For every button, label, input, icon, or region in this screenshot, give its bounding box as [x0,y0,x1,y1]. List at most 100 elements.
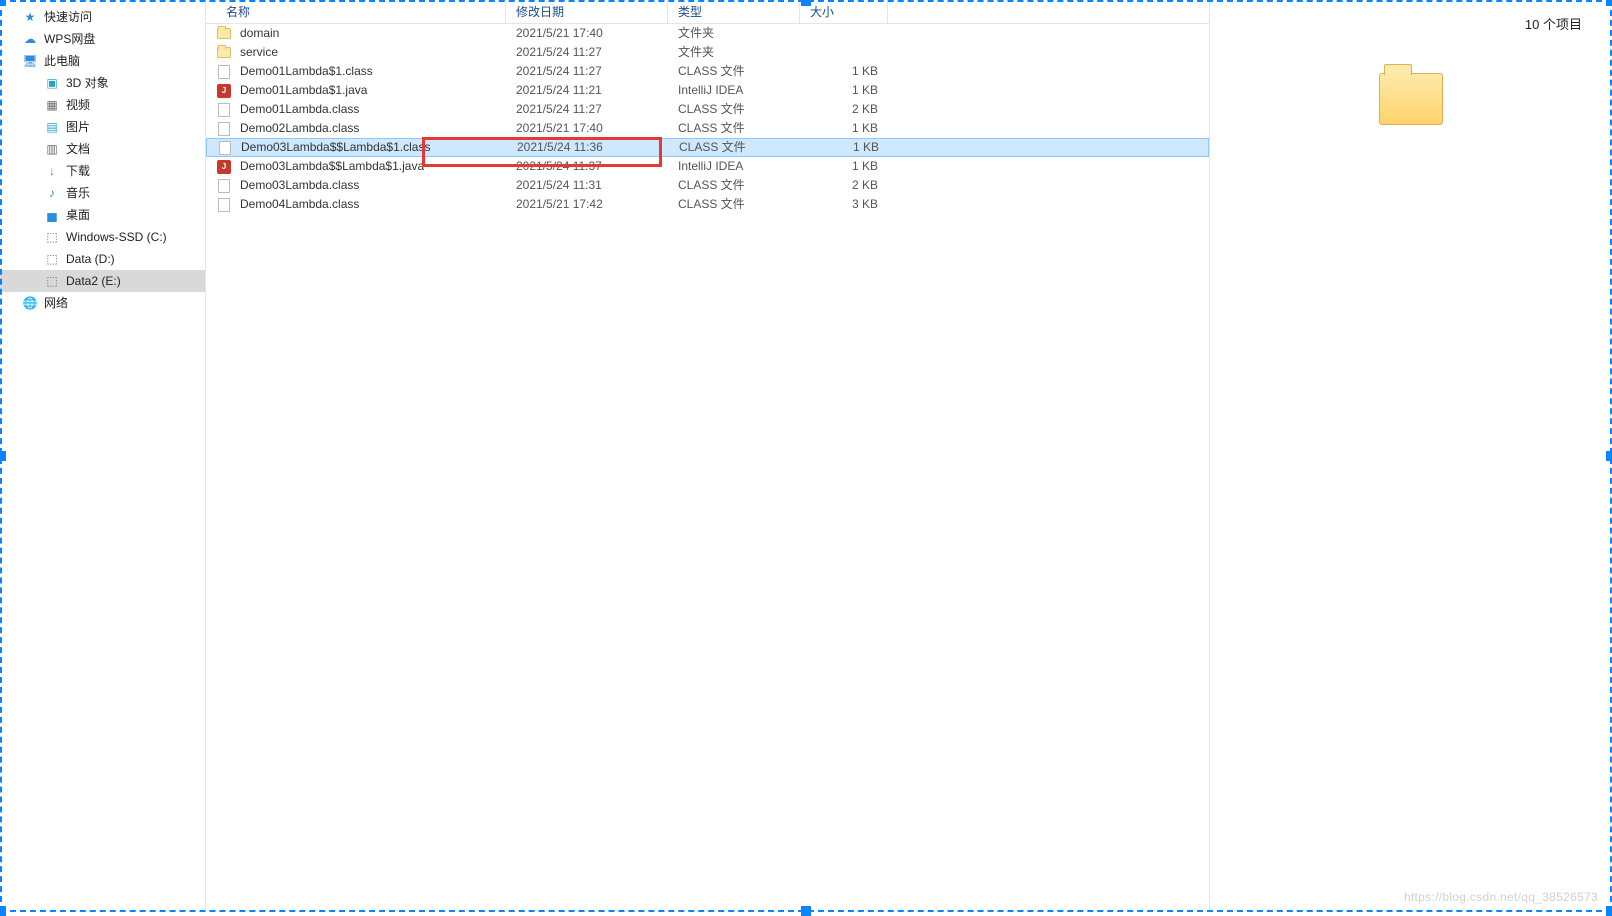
file-icon [217,140,233,156]
cell-date: 2021/5/24 11:31 [506,176,668,195]
file-icon [216,121,232,137]
column-header-size[interactable]: 大小 [800,0,888,23]
main-area: 名称 修改日期 类型 大小 domain2021/5/21 17:40文件夹se… [206,0,1612,912]
file-row[interactable]: Demo04Lambda.class2021/5/21 17:42CLASS 文… [206,195,1209,214]
cell-date: 2021/5/21 17:40 [506,119,668,138]
nav-item-10[interactable]: ⬚ Windows-SSD (C:) [0,226,205,248]
crop-handle[interactable] [801,0,811,6]
cell-name: J Demo03Lambda$$Lambda$1.java [206,157,506,176]
nav-item-label: 音乐 [66,182,90,204]
cell-size: 1 KB [800,81,888,100]
file-row[interactable]: Demo01Lambda.class2021/5/24 11:27CLASS 文… [206,100,1209,119]
file-row[interactable]: JDemo01Lambda$1.java2021/5/24 11:21Intel… [206,81,1209,100]
nav-tree: ★快速访问☁WPS网盘🖥此电脑▣3D 对象▦视频▤图片▥文档↓下载♪音乐▅桌面⬚… [0,0,206,912]
file-name: Demo03Lambda$$Lambda$1.java [240,157,424,176]
java-icon: J [216,159,232,175]
cell-date: 2021/5/24 11:27 [506,43,668,62]
file-name: service [240,43,278,62]
file-name: Demo02Lambda.class [240,119,359,138]
nav-item-8[interactable]: ♪ 音乐 [0,182,205,204]
crop-handle[interactable] [1606,451,1612,461]
file-row[interactable]: Demo03Lambda.class2021/5/24 11:31CLASS 文… [206,176,1209,195]
nav-item-7[interactable]: ↓下载 [0,160,205,182]
crop-handle[interactable] [0,0,6,6]
drive-icon: ⬚ [44,251,60,267]
file-row[interactable]: Demo01Lambda$1.class 2021/5/24 11:27CLASS… [206,62,1209,81]
nav-item-5[interactable]: ▤ 图片 [0,116,205,138]
file-row[interactable]: domain2021/5/21 17:40文件夹 [206,24,1209,43]
folder-icon [216,26,232,42]
nav-item-13[interactable]: 🌐 网络 [0,292,205,314]
crop-handle[interactable] [801,906,811,916]
file-icon [216,102,232,118]
nav-item-9[interactable]: ▅桌面 [0,204,205,226]
cell-size: 2 KB [800,176,888,195]
nav-item-label: WPS网盘 [44,28,95,50]
cell-size: 1 KB [800,62,888,81]
preview-pane: 10 个项目 [1210,0,1612,912]
cell-name: Demo04Lambda.class [206,195,506,214]
nav-item-label: 下载 [66,160,90,182]
column-header-name[interactable]: 名称 [206,0,506,23]
cube-icon: ▣ [44,75,60,91]
nav-item-6[interactable]: ▥文档 [0,138,205,160]
cell-type: CLASS 文件 [668,62,800,81]
network-icon: 🌐 [22,295,38,311]
file-name: Demo03Lambda$$Lambda$1.class [241,138,430,157]
cell-name: Demo01Lambda$1.class [206,62,506,81]
cell-date: 2021/5/24 11:36 [507,138,669,157]
cell-type: 文件夹 [668,24,800,43]
nav-item-12[interactable]: ⬚Data2 (E:) [0,270,205,292]
star-icon: ★ [22,9,38,25]
crop-handle[interactable] [1606,0,1612,6]
cell-type: IntelliJ IDEA [668,81,800,100]
nav-item-11[interactable]: ⬚Data (D:) [0,248,205,270]
nav-item-label: Data2 (E:) [66,270,121,292]
image-icon: ▤ [44,119,60,135]
explorer-window: ★快速访问☁WPS网盘🖥此电脑▣3D 对象▦视频▤图片▥文档↓下载♪音乐▅桌面⬚… [0,0,1612,912]
drive-icon: ⬚ [44,229,60,245]
nav-item-label: 此电脑 [44,50,80,72]
nav-item-label: 3D 对象 [66,72,109,94]
column-header-type[interactable]: 类型 [668,0,800,23]
file-name: Demo04Lambda.class [240,195,359,214]
nav-item-0[interactable]: ★快速访问 [0,6,205,28]
nav-item-label: 网络 [44,292,68,314]
crop-handle[interactable] [1606,906,1612,916]
cell-date: 2021/5/24 11:27 [506,100,668,119]
music-icon: ♪ [44,185,60,201]
cell-type: 文件夹 [668,43,800,62]
nav-item-3[interactable]: ▣ 3D 对象 [0,72,205,94]
cell-name: Demo01Lambda.class [206,100,506,119]
cell-date: 2021/5/24 11:37 [506,157,668,176]
cell-date: 2021/5/24 11:27 [506,62,668,81]
cell-size: 2 KB [800,100,888,119]
nav-item-2[interactable]: 🖥此电脑 [0,50,205,72]
column-header-date[interactable]: 修改日期 [506,0,668,23]
file-row[interactable]: service 2021/5/24 11:27文件夹 [206,43,1209,62]
cell-name: service [206,43,506,62]
file-row[interactable]: J Demo03Lambda$$Lambda$1.java 2021/5/24 11… [206,157,1209,176]
file-name: Demo01Lambda$1.class [240,62,373,81]
file-row[interactable]: Demo02Lambda.class2021/5/21 17:40CLASS 文… [206,119,1209,138]
file-name: Demo03Lambda.class [240,176,359,195]
cell-type: IntelliJ IDEA [668,157,800,176]
cell-size: 3 KB [800,195,888,214]
nav-item-label: 图片 [66,116,90,138]
crop-handle[interactable] [0,906,6,916]
nav-item-label: Windows-SSD (C:) [66,226,167,248]
folder-icon [216,45,232,61]
file-icon [216,178,232,194]
cell-size: 1 KB [801,138,889,157]
cloud-icon: ☁ [22,31,38,47]
nav-item-4[interactable]: ▦视频 [0,94,205,116]
doc-icon: ▥ [44,141,60,157]
cell-size: 1 KB [800,157,888,176]
crop-handle[interactable] [0,451,6,461]
column-headers: 名称 修改日期 类型 大小 [206,0,1209,24]
file-row[interactable]: Demo03Lambda$$Lambda$1.class 2021/5/24 11… [206,138,1209,157]
file-name: domain [240,24,279,43]
cell-name: Demo03Lambda$$Lambda$1.class [207,138,507,157]
cell-type: CLASS 文件 [668,100,800,119]
nav-item-1[interactable]: ☁ WPS网盘 [0,28,205,50]
